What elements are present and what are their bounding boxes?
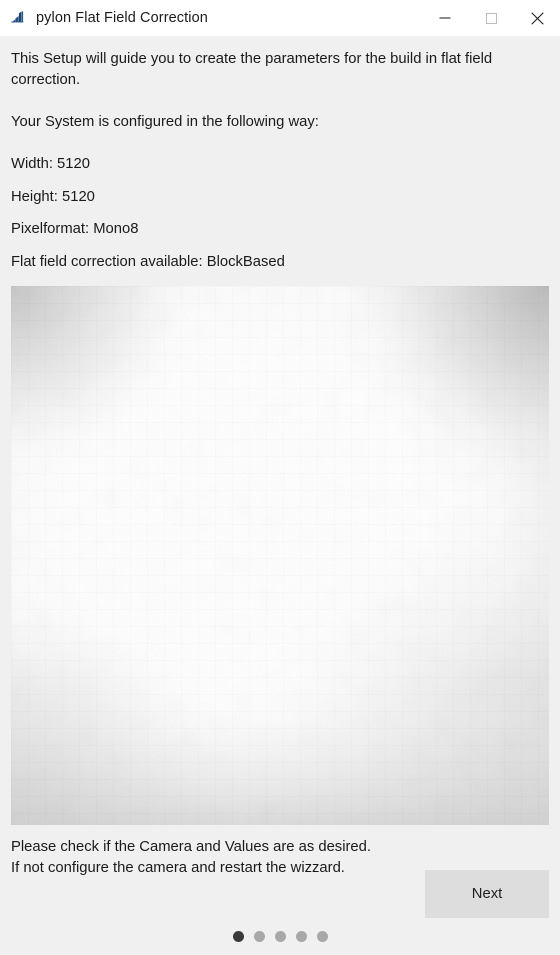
next-button[interactable]: Next [425, 869, 549, 918]
close-button[interactable] [514, 0, 560, 36]
system-parameters-list: Width: 5120 Height: 5120 Pixelformat: Mo… [11, 154, 549, 273]
window-controls [422, 0, 560, 36]
window-title: pylon Flat Field Correction [36, 10, 208, 26]
param-pixelformat: Pixelformat: Mono8 [11, 221, 139, 237]
minimize-button[interactable] [422, 0, 468, 36]
title-bar: pylon Flat Field Correction [0, 0, 560, 36]
minimize-icon [439, 17, 451, 19]
param-flat-field-availability: Flat field correction available: BlockBa… [11, 253, 285, 270]
pylon-app-icon [11, 11, 24, 23]
app-window: pylon Flat Field Correction This Setup w… [0, 0, 560, 955]
intro-text: This Setup will guide you to create the … [11, 51, 493, 88]
page-dot-5[interactable] [316, 931, 328, 942]
footer-line-1: Please check if the Camera and Values ar… [11, 838, 371, 855]
configuration-subheading: Your System is configured in the followi… [11, 114, 319, 130]
page-dot-4[interactable] [295, 931, 307, 942]
title-bar-left: pylon Flat Field Correction [0, 0, 422, 36]
wizard-page-indicator [11, 931, 549, 942]
param-height: Height: 5120 [11, 188, 95, 205]
content-area: This Setup will guide you to create the … [0, 36, 560, 955]
page-dot-3[interactable] [274, 931, 286, 942]
page-dot-2[interactable] [253, 931, 265, 942]
maximize-button[interactable] [468, 0, 514, 36]
param-width: Width: 5120 [11, 156, 90, 172]
close-icon [530, 11, 544, 25]
maximize-icon [485, 12, 497, 24]
flat-field-preview [11, 285, 549, 825]
flat-field-preview-image [11, 285, 549, 825]
page-dot-1[interactable] [232, 931, 244, 942]
footer-area: Please check if the Camera and Values ar… [11, 825, 549, 955]
